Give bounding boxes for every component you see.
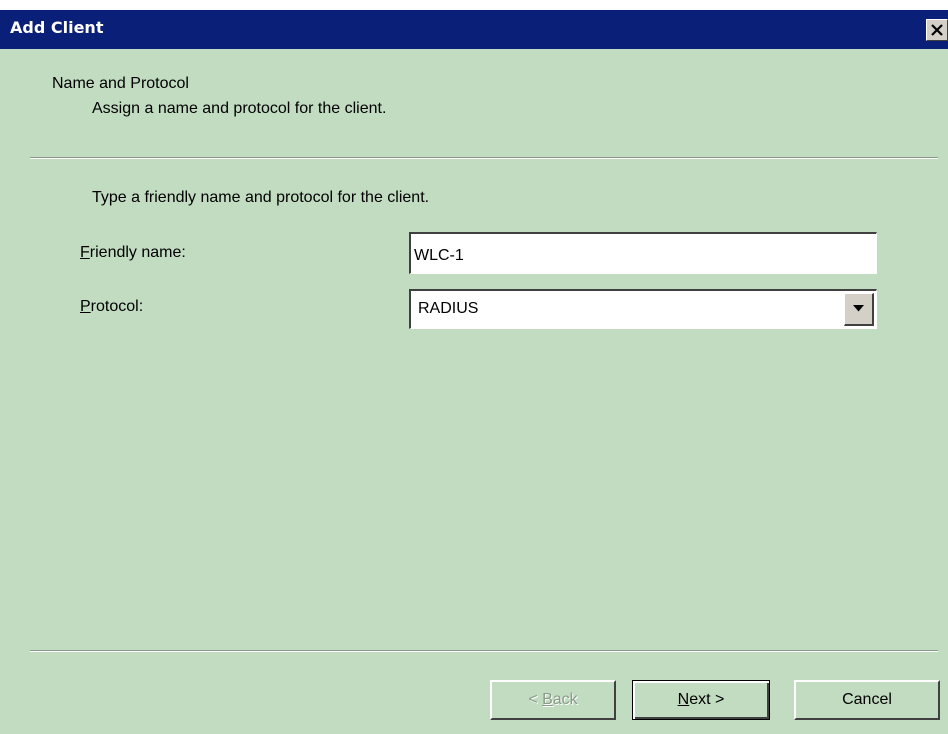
back-prefix: < [528,691,543,708]
friendly-name-mnemonic: F [80,244,90,261]
chevron-down-icon [853,305,864,312]
page-heading: Name and Protocol [52,75,189,92]
friendly-name-label-text: riendly name: [89,244,186,261]
title-bar[interactable]: Add Client [0,10,948,49]
instructions-text: Type a friendly name and protocol for th… [92,189,430,206]
protocol-select[interactable]: RADIUS [409,289,877,329]
friendly-name-label: Friendly name: [80,244,186,262]
protocol-label: Protocol: [80,298,143,316]
next-button[interactable]: Next > [632,680,770,720]
protocol-selected-value: RADIUS [418,300,479,317]
back-mnemonic: B [542,691,553,708]
header-divider [30,157,938,159]
next-label-text: ext > [689,691,725,708]
protocol-label-text: rotocol: [90,298,144,315]
page-subheading: Assign a name and protocol for the clien… [92,100,387,117]
add-client-dialog: Add Client Name and Protocol Assign a na… [0,0,948,734]
next-mnemonic: N [677,691,690,708]
close-button[interactable] [926,19,948,41]
protocol-mnemonic: P [80,298,91,315]
window-title: Add Client [10,18,104,37]
back-button[interactable]: < Back [490,680,616,720]
top-strip [0,0,948,10]
footer-divider [30,650,938,652]
back-label-text: ack [552,691,578,708]
protocol-dropdown-button[interactable] [844,293,874,326]
friendly-name-input[interactable] [409,232,877,274]
cancel-button[interactable]: Cancel [794,680,940,720]
close-icon [931,24,943,36]
